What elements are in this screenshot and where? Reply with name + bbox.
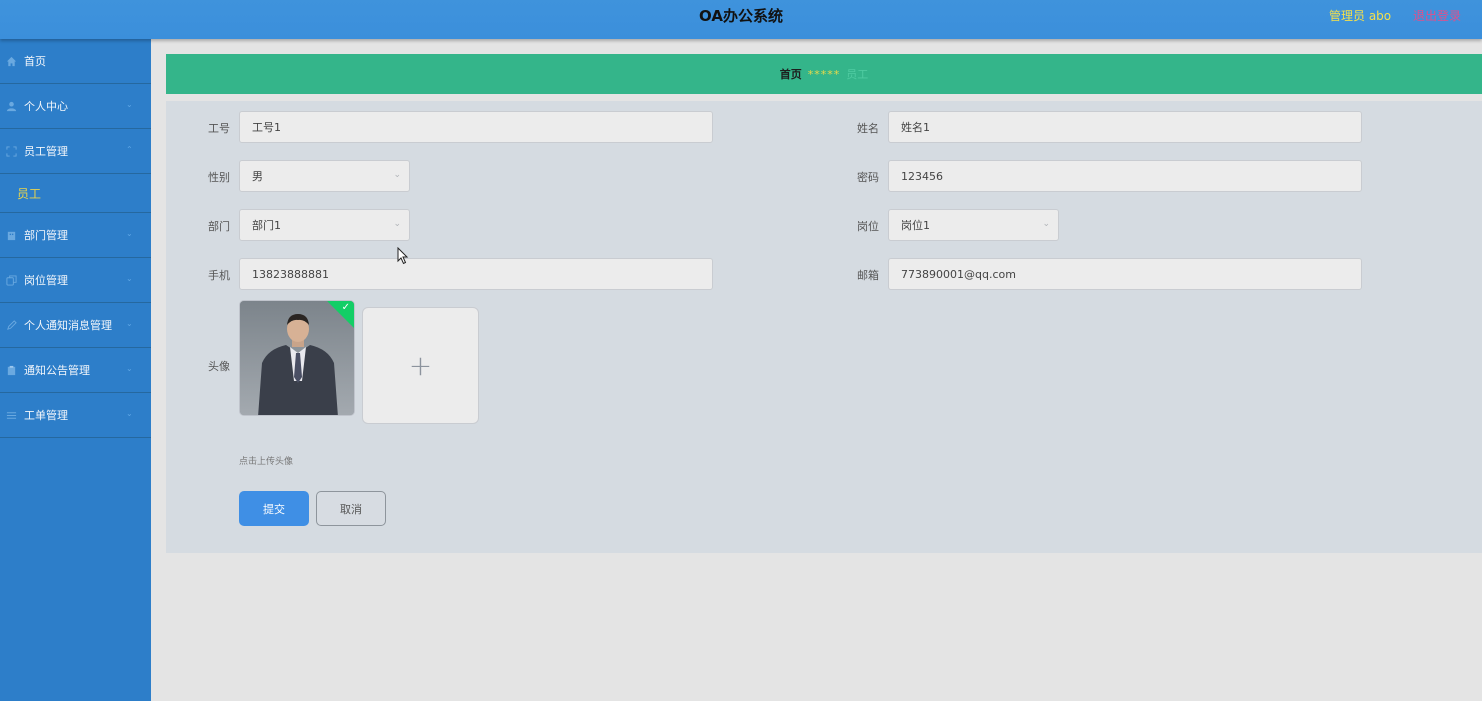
emp-no-input[interactable]: 工号1 [239, 111, 713, 143]
current-user: 管理员 abo [1329, 9, 1392, 23]
gender-select-value: 男 [252, 170, 263, 183]
sidebar: 首页 个人中心 ⌄ 员工管理 ⌃ 员工 部门管理 ⌄ 岗位管理 ⌄ 个人通知消息… [0, 39, 151, 701]
chevron-down-icon: ⌄ [393, 170, 401, 180]
chevron-down-icon: ⌄ [126, 100, 133, 109]
name-input[interactable]: 姓名1 [888, 111, 1362, 143]
dept-select[interactable]: 部门1 ⌄ [239, 209, 410, 241]
building-icon [5, 229, 18, 242]
emp-no-label: 工号 [208, 122, 230, 135]
sidebar-item-label: 员工管理 [24, 145, 68, 158]
sidebar-item-post-mgmt[interactable]: 岗位管理 ⌄ [0, 258, 151, 303]
copy-icon [5, 274, 18, 287]
chevron-down-icon: ⌄ [393, 219, 401, 229]
logout-link[interactable]: 退出登录 [1413, 7, 1461, 24]
chevron-up-icon: ⌃ [126, 145, 133, 154]
app-title: OA办公系统 [699, 7, 783, 25]
sidebar-subitem-employee[interactable]: 员工 [0, 174, 151, 213]
chevron-down-icon: ⌄ [126, 319, 133, 328]
avatar-preview[interactable]: ✓ [239, 300, 355, 416]
check-icon: ✓ [341, 302, 350, 313]
top-header: OA办公系统 管理员 abo 退出登录 [0, 0, 1482, 39]
email-input[interactable]: 773890001@qq.com [888, 258, 1362, 290]
breadcrumb-current: 员工 [846, 68, 869, 81]
user-icon [5, 100, 18, 113]
clipboard-icon [5, 364, 18, 377]
sidebar-item-employee-mgmt[interactable]: 员工管理 ⌃ [0, 129, 151, 174]
home-icon [5, 55, 18, 68]
fullscreen-icon [5, 145, 18, 158]
chevron-down-icon: ⌄ [1042, 219, 1050, 229]
chevron-down-icon: ⌄ [126, 409, 133, 418]
sidebar-item-label: 岗位管理 [24, 274, 68, 287]
edit-icon [5, 319, 18, 332]
cancel-button[interactable]: 取消 [316, 491, 386, 526]
sidebar-item-announcement-mgmt[interactable]: 通知公告管理 ⌄ [0, 348, 151, 393]
list-icon [5, 409, 18, 422]
sidebar-item-dept-mgmt[interactable]: 部门管理 ⌄ [0, 213, 151, 258]
avatar-photo [240, 301, 354, 415]
chevron-down-icon: ⌄ [126, 274, 133, 283]
sidebar-item-label: 部门管理 [24, 229, 68, 242]
sidebar-item-label: 通知公告管理 [24, 364, 90, 377]
avatar-label: 头像 [208, 360, 230, 373]
password-label: 密码 [857, 171, 879, 184]
sidebar-item-profile[interactable]: 个人中心 ⌄ [0, 84, 151, 129]
dept-select-value: 部门1 [252, 219, 281, 232]
sidebar-item-label: 首页 [24, 55, 46, 68]
breadcrumb: 首页 ***** 员工 [166, 54, 1482, 94]
sidebar-item-label: 个人中心 [24, 100, 68, 113]
submit-button[interactable]: 提交 [239, 491, 309, 526]
phone-input[interactable]: 13823888881 [239, 258, 713, 290]
breadcrumb-home[interactable]: 首页 [780, 66, 802, 82]
gender-label: 性别 [208, 171, 230, 184]
sidebar-item-home[interactable]: 首页 [0, 39, 151, 84]
sidebar-item-label: 个人通知消息管理 [24, 319, 112, 332]
post-select[interactable]: 岗位1 ⌄ [888, 209, 1059, 241]
breadcrumb-separator: ***** [807, 67, 841, 81]
post-select-value: 岗位1 [901, 219, 930, 232]
password-input[interactable]: 123456 [888, 160, 1362, 192]
sidebar-item-label: 工单管理 [24, 409, 68, 422]
chevron-down-icon: ⌄ [126, 364, 133, 373]
chevron-down-icon: ⌄ [126, 229, 133, 238]
post-label: 岗位 [857, 220, 879, 233]
avatar-upload-tip: 点击上传头像 [239, 457, 294, 467]
avatar-upload-button[interactable]: + [362, 307, 479, 424]
dept-label: 部门 [208, 220, 230, 233]
gender-select[interactable]: 男 ⌄ [239, 160, 410, 192]
mouse-cursor-icon [397, 247, 409, 265]
sidebar-item-workorder-mgmt[interactable]: 工单管理 ⌄ [0, 393, 151, 438]
phone-label: 手机 [208, 269, 230, 282]
name-label: 姓名 [857, 122, 879, 135]
sidebar-item-notice-msg-mgmt[interactable]: 个人通知消息管理 ⌄ [0, 303, 151, 348]
email-label: 邮箱 [857, 269, 879, 282]
